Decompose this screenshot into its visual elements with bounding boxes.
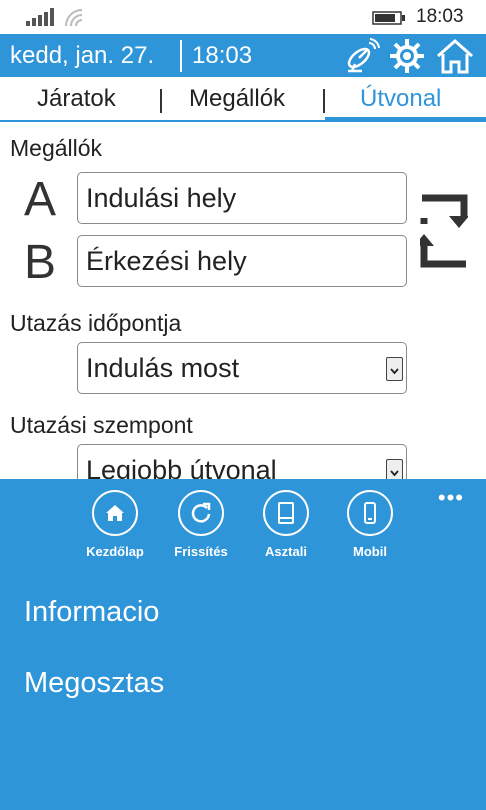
travel-time-label: Utazás időpontja [10,310,182,336]
header-time: 18:03 [192,42,253,69]
tab-bar: Járatok Megállók Útvonal [0,80,486,122]
point-a-label: A [24,173,57,226]
departure-input[interactable]: Indulási hely [77,172,407,224]
arrival-input[interactable]: Érkezési hely [77,235,407,287]
home-icon [92,490,138,536]
stops-label: Megállók [10,135,103,161]
swap-icon[interactable] [420,190,468,272]
mobile-button-label: Mobil [353,544,387,559]
refresh-icon [178,490,224,536]
mobile-button[interactable]: Mobil [330,490,410,559]
phone-icon [347,490,393,536]
more-options-button[interactable]: ••• [438,485,464,511]
chevron-down-icon[interactable] [386,357,403,381]
tablet-icon [263,490,309,536]
home-button[interactable]: Kezdőlap [75,490,155,559]
tab-divider [160,89,162,113]
tab-megallok[interactable]: Megállók [189,85,285,113]
home-button-label: Kezdőlap [86,544,144,559]
tab-active-indicator [325,117,486,122]
header-date: kedd, jan. 27. [10,42,155,69]
refresh-button-label: Frissítés [174,544,228,559]
app-header: kedd, jan. 27. 18:03 [0,34,486,77]
desktop-button[interactable]: Asztali [246,490,326,559]
menu-item-megosztas[interactable]: Megosztas [24,667,164,700]
wifi-icon [65,9,83,27]
signal-strength-icon [26,8,54,26]
desktop-button-label: Asztali [265,544,307,559]
tab-utvonal[interactable]: Útvonal [360,85,441,113]
satellite-icon[interactable] [342,37,380,75]
menu-item-informacio[interactable]: Informacio [24,596,159,629]
travel-criterion-label: Utazási szempont [10,412,193,438]
status-clock: 18:03 [416,6,464,27]
tab-divider [323,89,325,113]
refresh-button[interactable]: Frissítés [161,490,241,559]
battery-icon [372,11,405,25]
app-bar: ••• Kezdőlap Frissítés Asztali Mobil Inf… [0,479,486,810]
gear-icon[interactable] [388,37,426,75]
point-b-label: B [24,236,57,289]
header-divider [180,40,182,72]
travel-time-value: Indulás most [86,352,240,383]
status-bar: 18:03 [0,0,486,34]
tab-jaratok[interactable]: Járatok [37,85,116,113]
travel-time-select[interactable]: Indulás most [77,342,407,394]
home-icon[interactable] [436,37,474,75]
